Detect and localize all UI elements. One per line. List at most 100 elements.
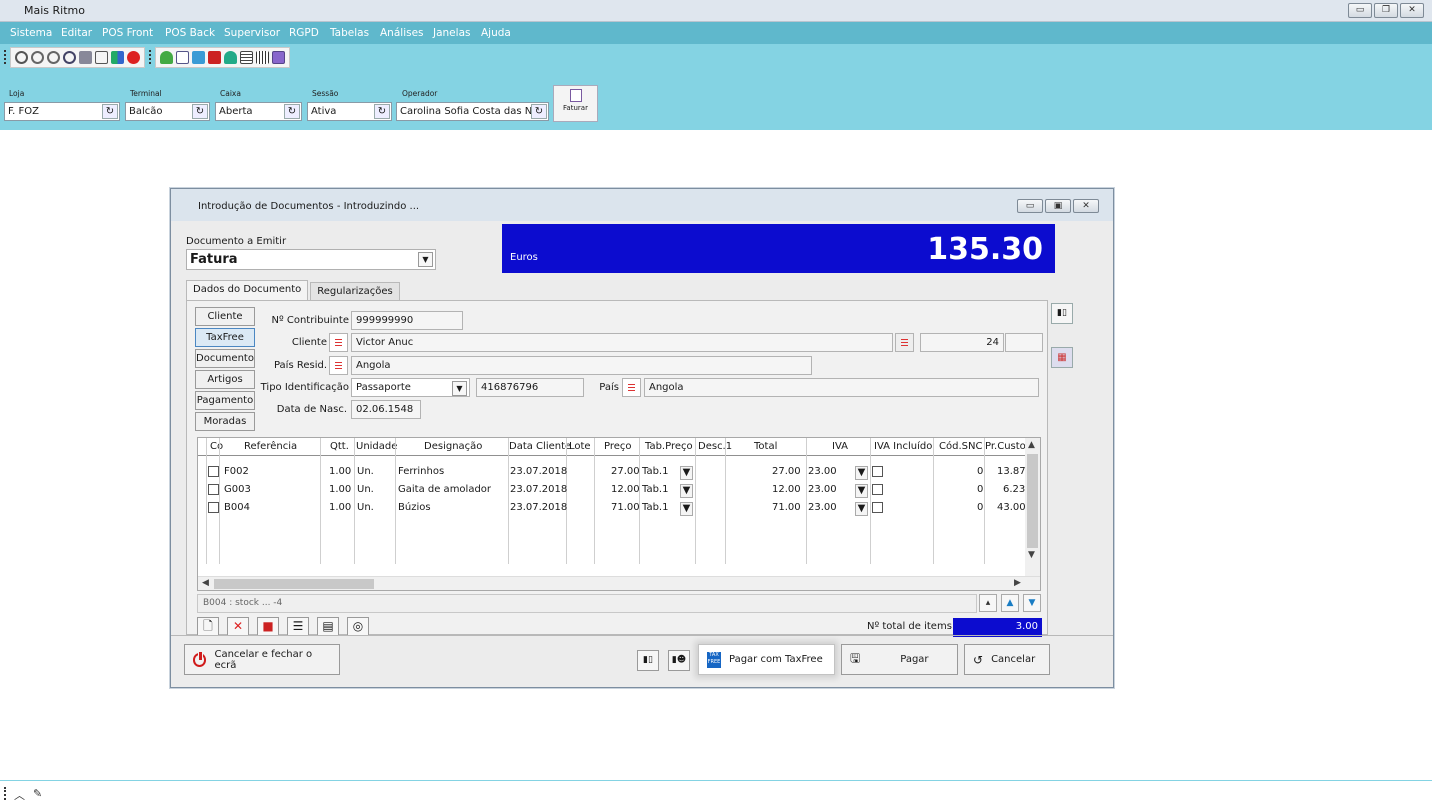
side-button-moradas[interactable]: Moradas (195, 412, 255, 431)
row-iva-incluido-checkbox[interactable] (872, 484, 883, 495)
report-icon[interactable] (272, 50, 285, 64)
pais-resid-list-icon[interactable] (329, 356, 348, 375)
col-iva[interactable]: IVA (832, 441, 848, 452)
sessao-field[interactable]: Ativa ↻ (307, 102, 392, 121)
row-tab-chevron-icon[interactable]: ▼ (680, 502, 693, 516)
loja-refresh-icon[interactable]: ↻ (102, 104, 118, 119)
menu-editar[interactable]: Editar (61, 27, 92, 39)
dialog-maximize-button[interactable]: ▣ (1045, 199, 1071, 213)
side-button-pagamento[interactable]: Pagamento (195, 391, 255, 410)
grid-horizontal-scrollbar[interactable]: ◀ ▶ (198, 576, 1040, 590)
list-icon[interactable]: ☰ (287, 617, 309, 636)
menu-pos-front[interactable]: POS Front (102, 27, 153, 39)
nasc-field[interactable]: 02.06.1548 (351, 400, 421, 419)
menu-supervisor[interactable]: Supervisor (224, 27, 280, 39)
menu-rgpd[interactable]: RGPD (289, 27, 319, 39)
row-iva-chevron-icon[interactable]: ▼ (855, 466, 868, 480)
nav-up-icon[interactable]: ▲ (1001, 594, 1019, 612)
nav-down-icon[interactable]: ▼ (1023, 594, 1041, 612)
row-tab-chevron-icon[interactable]: ▼ (680, 484, 693, 498)
col-pr-custo[interactable]: Pr.Custo (985, 441, 1026, 452)
cancel-close-button[interactable]: Cancelar e fechar o ecrã (184, 644, 340, 675)
pais-list-icon[interactable] (622, 378, 641, 397)
calendar-icon[interactable]: ▦ (1051, 347, 1073, 368)
side-button-taxfree[interactable]: TaxFree (195, 328, 255, 347)
caixa-refresh-icon[interactable]: ↻ (284, 104, 300, 119)
cancel-button[interactable]: ↺ Cancelar (964, 644, 1050, 675)
tab-dados-documento[interactable]: Dados do Documento (186, 280, 309, 301)
chevron-up-icon[interactable]: ︿ (14, 787, 25, 803)
close-button[interactable]: ✕ (1400, 3, 1424, 18)
col-tab-preco[interactable]: Tab.Preço (645, 441, 693, 452)
col-preco[interactable]: Preço (604, 441, 632, 452)
barcode-icon[interactable] (256, 50, 269, 64)
refresh-icon[interactable] (31, 50, 44, 64)
cliente-list-icon[interactable] (329, 333, 348, 352)
scroll-left-icon[interactable]: ◀ (202, 578, 209, 588)
col-total[interactable]: Total (754, 441, 777, 452)
toolbar-grip-icon[interactable] (4, 50, 6, 64)
book-icon[interactable] (192, 50, 205, 64)
toolbar-grip-2-icon[interactable] (149, 50, 151, 64)
edit-icon[interactable] (95, 50, 108, 64)
cliente-lookup-icon[interactable] (895, 333, 914, 352)
barcode-icon[interactable]: ▮▯ (637, 650, 659, 671)
table-row[interactable]: G003 1.00 Un. Gaita de amolador 23.07.20… (198, 481, 1040, 499)
scroll-down-icon[interactable]: ▼ (1028, 550, 1035, 560)
menu-pos-back[interactable]: POS Back (165, 27, 215, 39)
operador-field[interactable]: Carolina Sofia Costa das N ↻ (396, 102, 549, 121)
minimize-button[interactable]: ▭ (1348, 3, 1372, 18)
tab-regularizacoes[interactable]: Regularizações (310, 282, 400, 301)
folder-icon[interactable]: ■ (257, 617, 279, 636)
side-button-artigos[interactable]: Artigos (195, 370, 255, 389)
pay-taxfree-button[interactable]: TAX FREE Pagar com TaxFree (698, 644, 835, 675)
loja-field[interactable]: F. FOZ ↻ (4, 102, 120, 121)
menu-ajuda[interactable]: Ajuda (481, 27, 511, 39)
document-type-select[interactable]: Fatura ▼ (186, 249, 436, 270)
user-icon[interactable] (160, 50, 173, 64)
pais-field[interactable]: Angola (644, 378, 1039, 397)
nav-top-icon[interactable]: ▴ (979, 594, 997, 612)
dialog-close-button[interactable]: ✕ (1073, 199, 1099, 213)
table-row[interactable]: F002 1.00 Un. Ferrinhos 23.07.2018 27.00… (198, 463, 1040, 481)
dialog-minimize-button[interactable]: ▭ (1017, 199, 1043, 213)
row-checkbox[interactable] (208, 466, 219, 477)
menu-analises[interactable]: Análises (380, 27, 424, 39)
col-co[interactable]: Co (210, 441, 223, 452)
col-data-cliente[interactable]: Data Cliente (509, 441, 571, 452)
col-lote[interactable]: Lote (569, 441, 591, 452)
col-referencia[interactable]: Referência (244, 441, 297, 452)
grid-icon[interactable] (111, 50, 124, 64)
table-icon[interactable] (240, 50, 253, 64)
horizontal-scroll-thumb[interactable] (214, 579, 374, 589)
operador-refresh-icon[interactable]: ↻ (531, 104, 547, 119)
folder-icon[interactable] (208, 50, 221, 64)
tipo-id-select[interactable]: Passaporte ▼ (351, 378, 470, 397)
row-iva-chevron-icon[interactable]: ▼ (855, 484, 868, 498)
menu-janelas[interactable]: Janelas (433, 27, 470, 39)
edit-icon[interactable]: ✎ (33, 787, 42, 800)
side-button-documento[interactable]: Documento (195, 349, 255, 368)
id-number-field[interactable]: 416876796 (476, 378, 584, 397)
tipo-id-chevron-icon[interactable]: ▼ (452, 381, 467, 396)
calculator-icon[interactable] (79, 50, 92, 64)
row-checkbox[interactable] (208, 484, 219, 495)
col-cod-snc[interactable]: Cód.SNC (939, 441, 982, 452)
terminal-refresh-icon[interactable]: ↻ (192, 104, 208, 119)
col-iva-incluido[interactable]: IVA Incluído (874, 441, 932, 452)
scroll-up-icon[interactable]: ▲ (1028, 440, 1035, 450)
col-qtt[interactable]: Qtt. (330, 441, 349, 452)
row-iva-incluido-checkbox[interactable] (872, 466, 883, 477)
scroll-right-icon[interactable]: ▶ (1014, 578, 1021, 588)
menu-tabelas[interactable]: Tabelas (330, 27, 369, 39)
restore-button[interactable]: ❐ (1374, 3, 1398, 18)
details-icon[interactable]: ▤ (317, 617, 339, 636)
col-designacao[interactable]: Designação (424, 441, 482, 452)
table-row[interactable]: B004 1.00 Un. Búzios 23.07.2018 71.00 Ta… (198, 499, 1040, 517)
coins-icon[interactable]: ◎ (347, 617, 369, 636)
row-tab-chevron-icon[interactable]: ▼ (680, 466, 693, 480)
chat-icon[interactable] (127, 50, 140, 64)
delete-line-icon[interactable]: ✕ (227, 617, 249, 636)
cliente-field[interactable]: Victor Anuc (351, 333, 893, 352)
pay-button[interactable]: 🖫 Pagar (841, 644, 958, 675)
